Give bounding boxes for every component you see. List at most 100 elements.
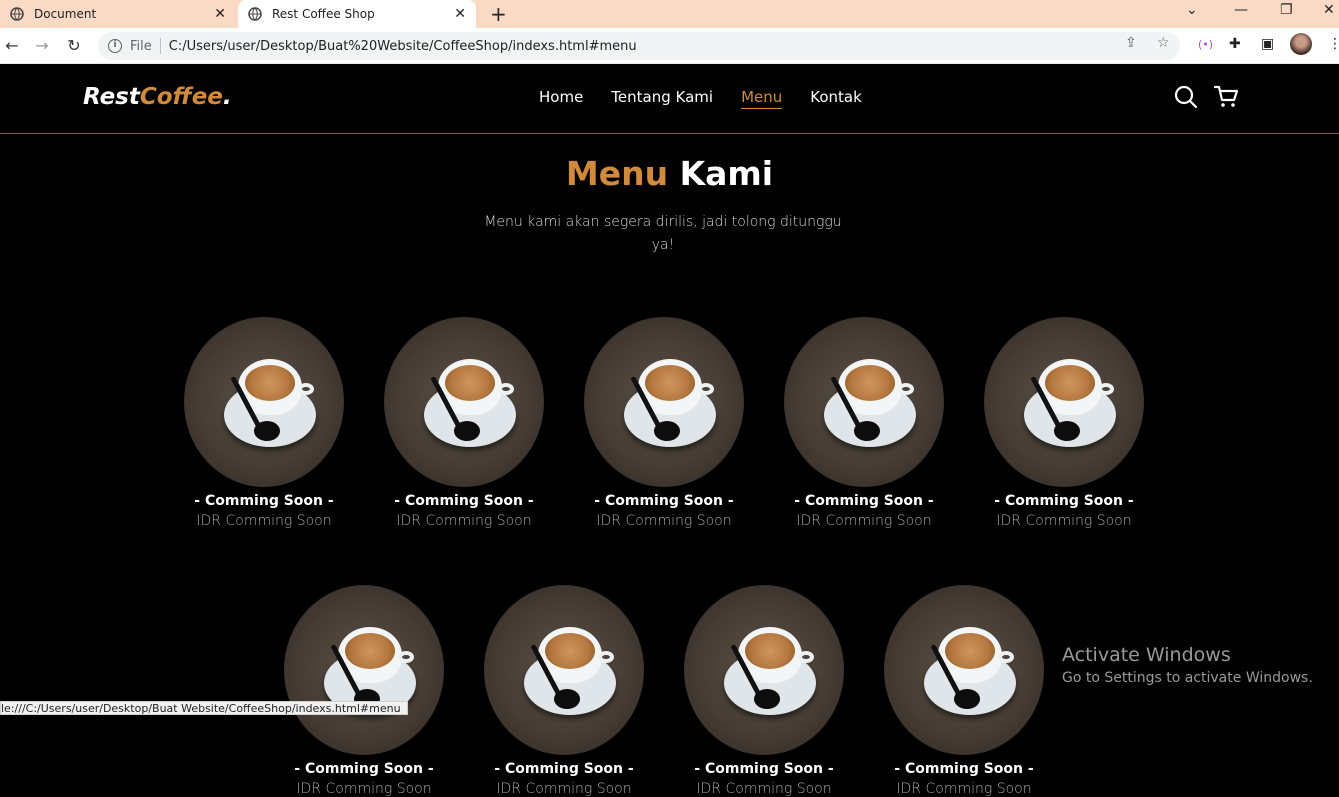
restore-icon[interactable]: ❐ [1280,2,1293,18]
close-tab-icon[interactable]: ✕ [214,6,226,22]
menu-card[interactable]: - Comming Soon - IDR Comming Soon [284,585,444,797]
tab-document[interactable]: Document ✕ [0,0,236,28]
coffee-photo [884,585,1044,755]
spoon-bowl-shape [854,421,880,441]
menu-item-price: IDR Comming Soon [196,513,332,529]
coffee-shape [845,365,895,401]
cup-handle-shape [798,651,814,663]
url-text[interactable]: C:/Users/user/Desktop/Buat%20Website/Cof… [169,39,637,54]
menu-card[interactable]: - Comming Soon - IDR Comming Soon [984,317,1144,529]
logo-part1: Rest [83,84,140,110]
spoon-bowl-shape [954,689,980,709]
menu-item-name: - Comming Soon - [494,761,634,777]
menu-card[interactable]: - Comming Soon - IDR Comming Soon [684,585,844,797]
menu-card[interactable]: - Comming Soon - IDR Comming Soon [484,585,644,797]
menu-item-name: - Comming Soon - [194,493,334,509]
coffee-shape [345,633,395,669]
menu-item-price: IDR Comming Soon [496,781,632,797]
watermark-line2: Go to Settings to activate Windows. [1062,670,1313,686]
extensions-icon[interactable]: ✚ [1229,36,1241,52]
spoon-bowl-shape [754,689,780,709]
coffee-shape [645,365,695,401]
spoon-bowl-shape [554,689,580,709]
logo-dot: . [222,84,232,110]
nav-tentang-kami[interactable]: Tentang Kami [611,88,713,109]
search-icon[interactable] [1173,84,1199,110]
site-navbar: RestCoffee. Home Tentang Kami Menu Konta… [0,64,1339,134]
menu-item-price: IDR Comming Soon [396,513,532,529]
menu-item-name: - Comming Soon - [694,761,834,777]
spoon-bowl-shape [454,421,480,441]
coffee-shape [245,365,295,401]
forward-icon[interactable]: → [32,36,52,56]
coffee-photo [584,317,744,487]
cup-handle-shape [698,383,714,395]
site-logo[interactable]: RestCoffee. [83,84,232,110]
menu-item-name: - Comming Soon - [394,493,534,509]
cup-handle-shape [998,651,1014,663]
menu-item-name: - Comming Soon - [294,761,434,777]
menu-kebab-icon[interactable]: ⋮ [1328,36,1339,52]
globe-icon [248,7,262,21]
tab-search-chevron-icon[interactable]: ⌄ [1186,2,1198,18]
new-tab-icon[interactable]: + [490,2,507,26]
tab-title: Rest Coffee Shop [272,7,375,21]
menu-item-name: - Comming Soon - [594,493,734,509]
menu-card[interactable]: - Comming Soon - IDR Comming Soon [184,317,344,529]
coffee-photo [384,317,544,487]
address-bar[interactable]: i File C:/Users/user/Desktop/Buat%20Webs… [98,32,1180,60]
menu-card[interactable]: - Comming Soon - IDR Comming Soon [384,317,544,529]
profile-avatar[interactable] [1290,33,1312,55]
nav-kontak[interactable]: Kontak [810,88,862,109]
bookmark-star-icon[interactable]: ☆ [1157,35,1170,51]
share-icon[interactable]: ⇪ [1125,35,1137,51]
title-rest: Kami [679,154,774,193]
title-accent: Menu [565,154,669,193]
cup-handle-shape [598,651,614,663]
cup-handle-shape [898,383,914,395]
close-window-icon[interactable]: ✕ [1323,2,1335,18]
coffee-photo [184,317,344,487]
coffee-photo [784,317,944,487]
activate-windows-watermark: Activate Windows Go to Settings to activ… [1062,644,1313,686]
divider [159,38,161,54]
coffee-shape [1045,365,1095,401]
tab-rest-coffee-shop[interactable]: Rest Coffee Shop ✕ [238,0,476,28]
close-tab-icon[interactable]: ✕ [454,6,466,22]
section-title: Menu Kami [0,154,1339,193]
menu-card[interactable]: - Comming Soon - IDR Comming Soon [584,317,744,529]
menu-item-price: IDR Comming Soon [296,781,432,797]
back-icon[interactable]: ← [2,36,22,56]
watermark-line1: Activate Windows [1062,644,1231,666]
cart-icon[interactable] [1213,84,1239,110]
menu-item-name: - Comming Soon - [994,493,1134,509]
menu-item-price: IDR Comming Soon [996,513,1132,529]
nav-menu[interactable]: Menu [741,88,783,109]
reload-icon[interactable]: ↻ [64,36,84,56]
coffee-photo [684,585,844,755]
menu-card[interactable]: - Comming Soon - IDR Comming Soon [884,585,1044,797]
status-bar-url: le:///C:/Users/user/Desktop/Buat Website… [0,701,408,715]
menu-card[interactable]: - Comming Soon - IDR Comming Soon [784,317,944,529]
cast-icon[interactable]: (•) [1198,38,1213,51]
coffee-shape [445,365,495,401]
globe-icon [10,7,24,21]
coffee-photo [984,317,1144,487]
cup-handle-shape [398,651,414,663]
menu-item-price: IDR Comming Soon [896,781,1032,797]
coffee-shape [745,633,795,669]
info-icon[interactable]: i [108,39,122,53]
spoon-bowl-shape [254,421,280,441]
side-panel-icon[interactable]: ▣ [1261,36,1274,52]
cup-handle-shape [298,383,314,395]
cup-handle-shape [1098,383,1114,395]
minimize-icon[interactable]: — [1234,2,1248,18]
menu-item-price: IDR Comming Soon [696,781,832,797]
menu-item-name: - Comming Soon - [794,493,934,509]
menu-item-price: IDR Comming Soon [596,513,732,529]
nav-home[interactable]: Home [539,88,583,109]
browser-tab-bar: Document ✕ Rest Coffee Shop ✕ + ⌄ — ❐ ✕ [0,0,1339,28]
spoon-bowl-shape [654,421,680,441]
tab-title: Document [34,7,97,21]
cup-handle-shape [498,383,514,395]
